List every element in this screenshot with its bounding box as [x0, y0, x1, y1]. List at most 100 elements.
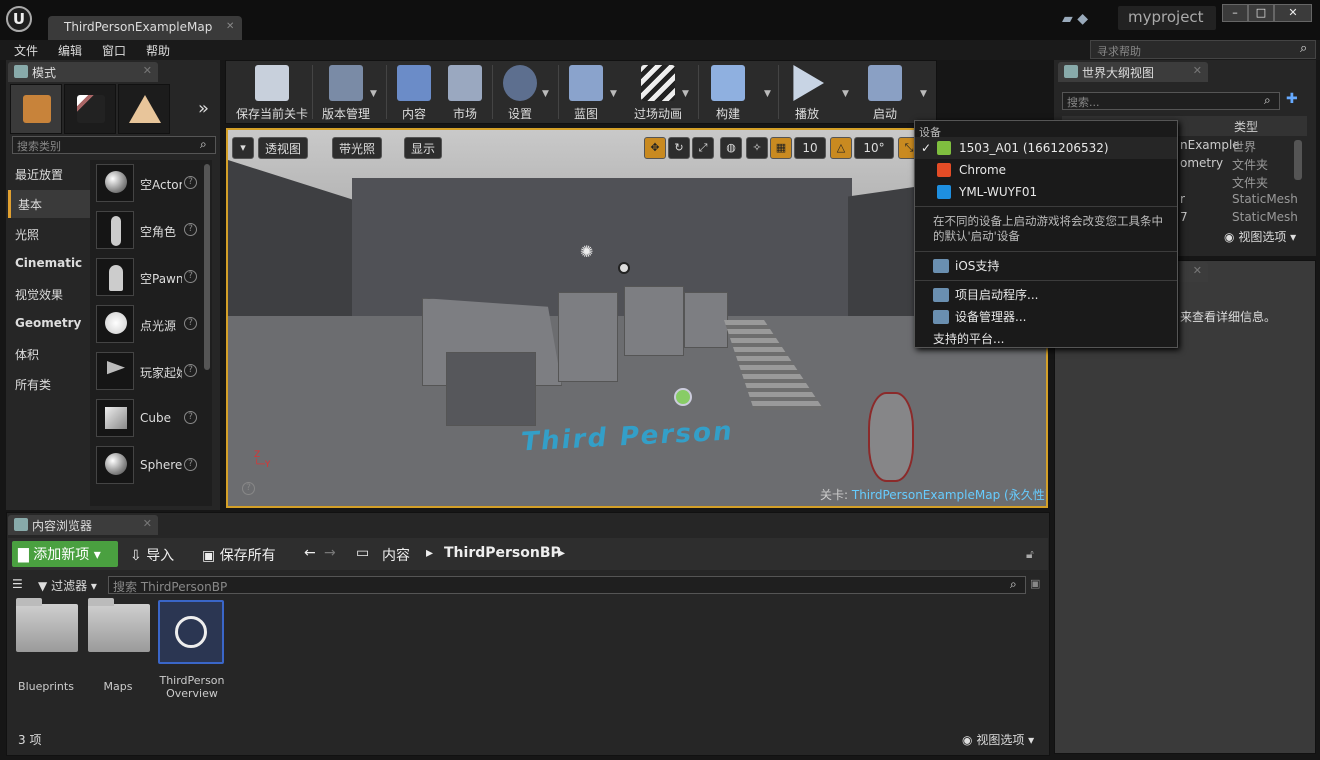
- place-mode-button[interactable]: [10, 84, 62, 134]
- source-control-button[interactable]: 版本管理: [314, 63, 378, 121]
- ios-support-item[interactable]: iOS支持: [915, 255, 1177, 277]
- outliner-view-options-button[interactable]: ◉ 视图选项 ▾: [1224, 228, 1296, 245]
- close-icon[interactable]: ✕: [1193, 264, 1202, 277]
- search-categories-input[interactable]: 搜索类别: [12, 136, 216, 154]
- grid-snap-icon[interactable]: ▦: [770, 137, 792, 159]
- rotation-snap-icon[interactable]: △: [830, 137, 852, 159]
- outliner-scrollbar[interactable]: [1294, 140, 1302, 180]
- chevron-down-icon[interactable]: ▼: [682, 89, 689, 99]
- more-modes-icon[interactable]: »: [198, 98, 209, 119]
- rotation-snap-value[interactable]: 10°: [854, 137, 894, 159]
- asset-empty-character[interactable]: 空角色 ?: [96, 211, 200, 253]
- rotate-icon[interactable]: ↻: [668, 137, 690, 159]
- menu-edit[interactable]: 编辑: [58, 42, 82, 59]
- chevron-down-icon[interactable]: ▼: [370, 89, 377, 99]
- minimize-button[interactable]: –: [1222, 4, 1248, 22]
- import-button[interactable]: ⇩ 导入: [130, 545, 174, 565]
- sources-toggle-icon[interactable]: ☰: [12, 577, 23, 591]
- filter-button[interactable]: ▼ 过滤器 ▾: [38, 577, 97, 594]
- geometry-block[interactable]: [624, 286, 684, 356]
- world-local-icon[interactable]: ◍: [720, 137, 742, 159]
- chevron-down-icon[interactable]: ▼: [920, 89, 927, 99]
- outliner-search-input[interactable]: 搜索...: [1062, 92, 1280, 110]
- category-basic[interactable]: 基本: [8, 190, 90, 218]
- asset-empty-actor[interactable]: 空Actor ?: [96, 164, 200, 206]
- save-level-button[interactable]: 保存当前关卡: [232, 63, 312, 121]
- marketplace-button[interactable]: 市场: [442, 63, 488, 121]
- folder-maps[interactable]: [88, 598, 150, 652]
- world-outliner-tab[interactable]: 世界大纲视图 ✕: [1058, 62, 1208, 82]
- scale-icon[interactable]: ⤢: [692, 137, 714, 159]
- blueprints-button[interactable]: 蓝图: [562, 63, 610, 121]
- surface-snap-icon[interactable]: ✧: [746, 137, 768, 159]
- add-folder-icon[interactable]: ✚: [1286, 91, 1298, 107]
- help-icon[interactable]: ?: [184, 223, 197, 236]
- chevron-down-icon[interactable]: ▼: [610, 89, 617, 99]
- menu-file[interactable]: 文件: [14, 42, 38, 59]
- show-button[interactable]: 显示: [404, 137, 443, 159]
- close-icon[interactable]: ✕: [143, 517, 152, 530]
- asset-point-light[interactable]: 点光源 ?: [96, 305, 200, 347]
- play-button[interactable]: 播放: [784, 63, 830, 121]
- help-icon[interactable]: ?: [184, 364, 197, 377]
- help-icon[interactable]: ?: [242, 482, 255, 495]
- close-window-button[interactable]: ✕: [1274, 4, 1312, 22]
- supported-platforms-item[interactable]: 支持的平台...: [915, 328, 1177, 350]
- forward-icon[interactable]: →: [324, 545, 336, 561]
- save-all-button[interactable]: ▣ 保存所有: [202, 545, 276, 565]
- category-volumes[interactable]: 体积: [8, 340, 90, 368]
- geometry-cube[interactable]: [446, 352, 536, 426]
- category-lights[interactable]: 光照: [8, 220, 90, 248]
- chevron-down-icon[interactable]: ▼: [542, 89, 549, 99]
- content-button[interactable]: 内容: [390, 63, 438, 121]
- cinematics-button[interactable]: 过场动画: [626, 63, 690, 121]
- close-icon[interactable]: ✕: [143, 64, 152, 77]
- chevron-down-icon[interactable]: ▼: [842, 89, 849, 99]
- menu-help[interactable]: 帮助: [146, 42, 170, 59]
- maximize-button[interactable]: □: [1248, 4, 1274, 22]
- help-icon[interactable]: ?: [184, 411, 197, 424]
- document-tab[interactable]: ThirdPersonExampleMap: [48, 16, 242, 40]
- light-source-icon[interactable]: ✺: [580, 242, 593, 261]
- search-icon[interactable]: ⌕: [200, 137, 207, 152]
- player-start-icon[interactable]: [674, 388, 692, 406]
- add-new-button[interactable]: ▇ 添加新项 ▾: [12, 541, 118, 567]
- reflection-sphere-icon[interactable]: [618, 262, 630, 274]
- device-chrome[interactable]: Chrome: [915, 159, 1177, 181]
- search-icon[interactable]: ⌕: [1010, 577, 1017, 592]
- close-icon[interactable]: ✕: [226, 21, 238, 33]
- asset-empty-pawn[interactable]: 空Pawn ?: [96, 258, 200, 300]
- project-launcher-item[interactable]: 项目启动程序...: [915, 284, 1177, 306]
- modes-tab[interactable]: 模式 ✕: [8, 62, 158, 82]
- modes-scrollbar[interactable]: [204, 164, 210, 370]
- geometry-block[interactable]: [684, 292, 728, 348]
- geometry-block[interactable]: [558, 292, 618, 382]
- lit-button[interactable]: 带光照: [332, 137, 383, 159]
- landscape-mode-button[interactable]: [118, 84, 170, 134]
- category-recent[interactable]: 最近放置: [8, 160, 90, 188]
- help-icon[interactable]: ?: [184, 270, 197, 283]
- search-icon[interactable]: ⌕: [1264, 93, 1271, 108]
- launch-button[interactable]: 启动: [862, 63, 908, 121]
- device-android[interactable]: ✓ 1503_A01 (1661206532): [915, 137, 1177, 159]
- asset-cube[interactable]: Cube ?: [96, 399, 200, 441]
- content-search-input[interactable]: 搜索 ThirdPersonBP: [108, 576, 1026, 594]
- category-cinematic[interactable]: Cinematic: [8, 250, 90, 278]
- help-icon[interactable]: ?: [184, 317, 197, 330]
- content-browser-tab[interactable]: 内容浏览器 ✕: [8, 515, 158, 535]
- lock-icon[interactable]: 🔓︎: [1026, 547, 1034, 562]
- folder-blueprints[interactable]: [16, 598, 78, 652]
- grid-snap-value[interactable]: 10: [794, 137, 826, 159]
- chevron-right-icon[interactable]: ▸: [558, 545, 565, 561]
- breadcrumb-thirdpersonbp[interactable]: ThirdPersonBP: [444, 545, 561, 561]
- asset-thirdperson-overview[interactable]: [158, 600, 224, 664]
- help-search-input[interactable]: 寻求帮助: [1090, 40, 1316, 59]
- paint-mode-button[interactable]: [64, 84, 116, 134]
- category-visual-effects[interactable]: 视觉效果: [8, 280, 90, 308]
- category-all-classes[interactable]: 所有类: [8, 370, 90, 398]
- breadcrumb-content[interactable]: 内容: [382, 545, 410, 565]
- chevron-down-icon[interactable]: ▼: [764, 89, 771, 99]
- viewport-options-icon[interactable]: ▾: [232, 137, 254, 159]
- perspective-button[interactable]: 透视图: [258, 137, 309, 159]
- build-button[interactable]: 构建: [704, 63, 752, 121]
